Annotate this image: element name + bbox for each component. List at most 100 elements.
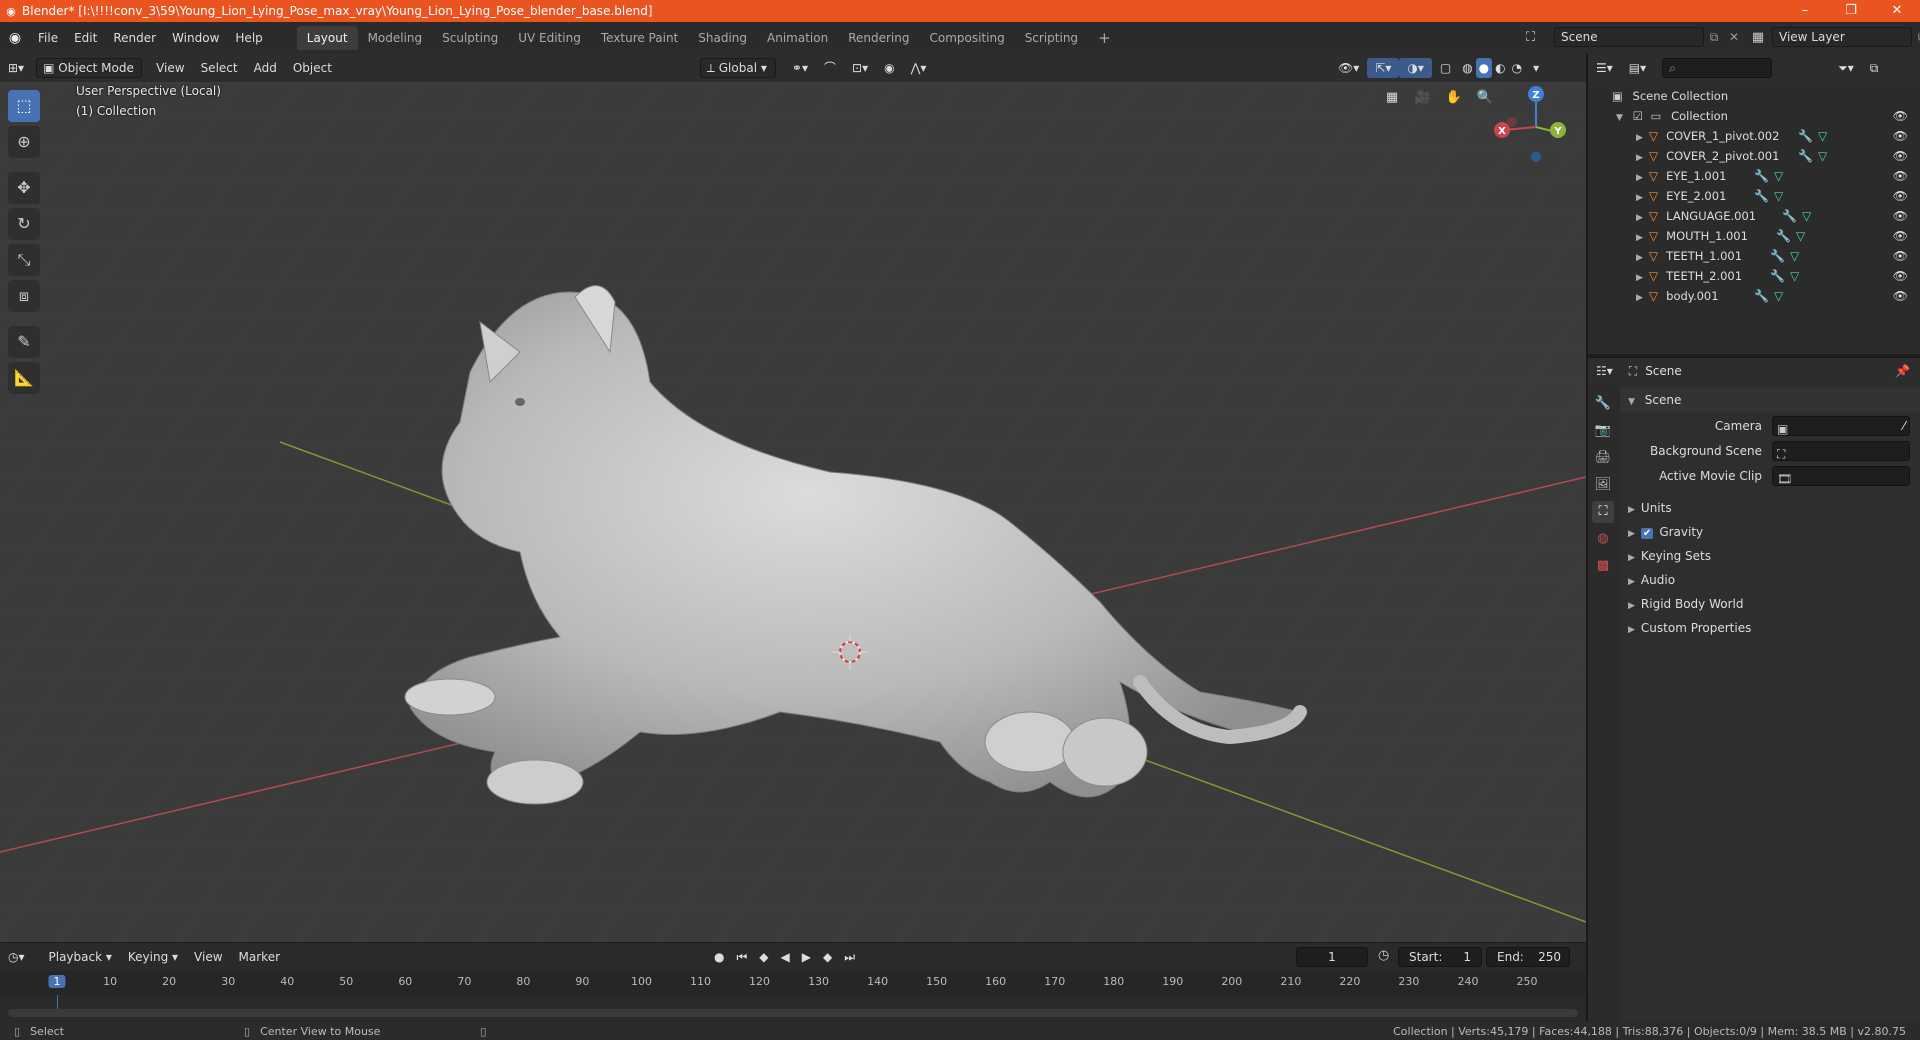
visibility-eye-icon[interactable]: 👁 — [1893, 126, 1908, 146]
mesh-data-icon[interactable]: ▽ — [1774, 186, 1783, 206]
annotate-tool-icon[interactable]: ✎ — [8, 326, 40, 358]
timeline-editor-type-icon[interactable]: ◷▾ — [0, 947, 33, 967]
menu-window[interactable]: Window — [164, 27, 227, 49]
tab-uv-editing[interactable]: UV Editing — [508, 26, 591, 50]
outliner-row-object[interactable]: ▶ ▽ MOUTH_1.001 🔧 ▽ 👁 — [1588, 226, 1920, 246]
expand-arrow-icon[interactable]: ▶ — [1636, 233, 1643, 243]
camera-view-icon[interactable]: 🎥 — [1411, 86, 1435, 110]
expand-arrow-icon[interactable]: ▶ — [1636, 133, 1643, 143]
proportional-edit-icon[interactable]: ◉ — [876, 58, 902, 78]
modifier-wrench-icon[interactable]: 🔧 — [1770, 246, 1785, 266]
cursor-tool-icon[interactable]: ⊕ — [8, 126, 40, 158]
tab-layout[interactable]: Layout — [296, 26, 358, 50]
menu-marker[interactable]: Marker — [231, 947, 288, 967]
mesh-data-icon[interactable]: ▽ — [1796, 226, 1805, 246]
menu-render[interactable]: Render — [105, 27, 164, 49]
collapse-arrow-icon[interactable]: ▶ — [1628, 529, 1635, 539]
view-layer-selector[interactable]: View Layer — [1772, 27, 1912, 47]
visibility-icon[interactable]: 👁▾ — [1330, 58, 1367, 78]
expand-arrow-icon[interactable]: ▶ — [1636, 293, 1643, 303]
gravity-checkbox[interactable]: ✔ — [1640, 528, 1654, 539]
outliner-row-collection[interactable]: ▼ ☑ ▭ Collection 👁 — [1588, 106, 1920, 126]
modifier-wrench-icon[interactable]: 🔧 — [1754, 166, 1769, 186]
menu-keying[interactable]: Keying ▾ — [120, 947, 186, 967]
scene-tab-icon[interactable]: ⛶ — [1592, 501, 1614, 523]
pan-hand-icon[interactable]: ✋ — [1442, 86, 1466, 110]
outliner-row-object[interactable]: ▶ ▽ LANGUAGE.001 🔧 ▽ 👁 — [1588, 206, 1920, 226]
overlays-toggle-icon[interactable]: ◑▾ — [1399, 58, 1432, 78]
outliner-row-object[interactable]: ▶ ▽ body.001 🔧 ▽ 👁 — [1588, 286, 1920, 306]
visibility-eye-icon[interactable]: 👁 — [1893, 206, 1908, 226]
play-icon[interactable]: ▶ — [798, 947, 815, 967]
visibility-eye-icon[interactable]: 👁 — [1893, 246, 1908, 266]
visibility-eye-icon[interactable]: 👁 — [1893, 226, 1908, 246]
modifier-wrench-icon[interactable]: 🔧 — [1754, 286, 1769, 306]
current-frame-field[interactable]: 1 — [1296, 947, 1368, 967]
maximize-button[interactable]: ❐ — [1828, 0, 1874, 22]
menu-add[interactable]: Add — [246, 58, 285, 78]
panel-audio[interactable]: ▶ Audio — [1620, 568, 1920, 592]
shading-options-icon[interactable]: ▾ — [1525, 58, 1547, 78]
modifier-wrench-icon[interactable]: 🔧 — [1782, 206, 1797, 226]
visibility-eye-icon[interactable]: 👁 — [1893, 286, 1908, 306]
outliner-row-object[interactable]: ▶ ▽ TEETH_1.001 🔧 ▽ 👁 — [1588, 246, 1920, 266]
new-collection-icon[interactable]: ⧉ — [1862, 58, 1887, 78]
current-frame-marker[interactable]: 1 — [48, 975, 66, 988]
menu-select[interactable]: Select — [193, 58, 246, 78]
outliner-search-input[interactable]: ⌕ — [1662, 58, 1773, 78]
tab-sculpting[interactable]: Sculpting — [432, 26, 508, 50]
menu-view[interactable]: View — [148, 58, 192, 78]
menu-object[interactable]: Object — [285, 58, 340, 78]
modifier-wrench-icon[interactable]: 🔧 — [1776, 226, 1791, 246]
prev-keyframe-icon[interactable]: ◆ — [755, 947, 772, 967]
texture-tab-icon[interactable]: ▩ — [1592, 555, 1614, 577]
outliner-row-object[interactable]: ▶ ▽ COVER_2_pivot.001 🔧 ▽ 👁 — [1588, 146, 1920, 166]
pin-icon[interactable]: 📌 — [1895, 364, 1910, 378]
tab-shading[interactable]: Shading — [688, 26, 757, 50]
snap-icon[interactable]: ⌒ — [816, 58, 844, 78]
rotate-tool-icon[interactable]: ↻ — [8, 208, 40, 240]
editor-type-icon[interactable]: ⊞▾ — [0, 58, 32, 78]
background-scene-field[interactable]: ⛶ — [1772, 441, 1910, 461]
panel-gravity[interactable]: ▶ ✔ Gravity — [1620, 520, 1920, 544]
blender-menu-icon[interactable]: ◉ — [0, 30, 30, 46]
minimize-button[interactable]: – — [1782, 0, 1828, 22]
panel-units[interactable]: ▶ Units — [1620, 496, 1920, 520]
scene-selector[interactable]: Scene — [1554, 27, 1704, 47]
visibility-eye-icon[interactable]: 👁 — [1893, 106, 1908, 126]
timeline-scrollbar[interactable] — [8, 1009, 1578, 1017]
modifier-wrench-icon[interactable]: 🔧 — [1798, 146, 1813, 166]
output-tab-icon[interactable]: 🖨 — [1592, 447, 1614, 469]
mesh-data-icon[interactable]: ▽ — [1774, 286, 1783, 306]
outliner-editor-type-icon[interactable]: ☰▾ — [1588, 58, 1621, 78]
mesh-data-icon[interactable]: ▽ — [1790, 266, 1799, 286]
tab-animation[interactable]: Animation — [757, 26, 838, 50]
collapse-arrow-icon[interactable]: ▶ — [1628, 625, 1635, 635]
material-shading-icon[interactable]: ◐ — [1492, 58, 1508, 78]
ortho-toggle-icon[interactable]: ▦ — [1380, 86, 1404, 110]
expand-arrow-icon[interactable]: ▶ — [1636, 213, 1643, 223]
transform-tool-icon[interactable]: ⧈ — [8, 280, 40, 312]
filter-icon[interactable]: ⏷▾ — [1830, 58, 1862, 78]
end-frame-field[interactable]: End: 250 — [1486, 947, 1570, 967]
expand-arrow-icon[interactable]: ▶ — [1636, 173, 1643, 183]
close-button[interactable]: ✕ — [1874, 0, 1920, 22]
render-tab-icon[interactable]: 📷 — [1592, 420, 1614, 442]
panel-keying-sets[interactable]: ▶ Keying Sets — [1620, 544, 1920, 568]
zoom-icon[interactable]: 🔍 — [1473, 86, 1497, 110]
move-tool-icon[interactable]: ✥ — [8, 172, 40, 204]
collapse-arrow-icon[interactable]: ▶ — [1628, 601, 1635, 611]
checkbox-icon[interactable]: ☑ — [1633, 109, 1643, 123]
menu-edit[interactable]: Edit — [66, 27, 105, 49]
scale-tool-icon[interactable]: ⤡ — [8, 244, 40, 276]
xray-toggle-icon[interactable]: ▢ — [1432, 58, 1459, 78]
falloff-icon[interactable]: ⋀▾ — [903, 58, 935, 78]
mesh-data-icon[interactable]: ▽ — [1774, 166, 1783, 186]
expand-arrow-icon[interactable]: ▶ — [1636, 193, 1643, 203]
active-movie-clip-field[interactable]: 🎞 — [1772, 466, 1910, 486]
visibility-eye-icon[interactable]: 👁 — [1893, 166, 1908, 186]
expand-arrow-icon[interactable]: ▶ — [1636, 153, 1643, 163]
panel-rigid-body-world[interactable]: ▶ Rigid Body World — [1620, 592, 1920, 616]
visibility-eye-icon[interactable]: 👁 — [1893, 266, 1908, 286]
modifier-wrench-icon[interactable]: 🔧 — [1798, 126, 1813, 146]
